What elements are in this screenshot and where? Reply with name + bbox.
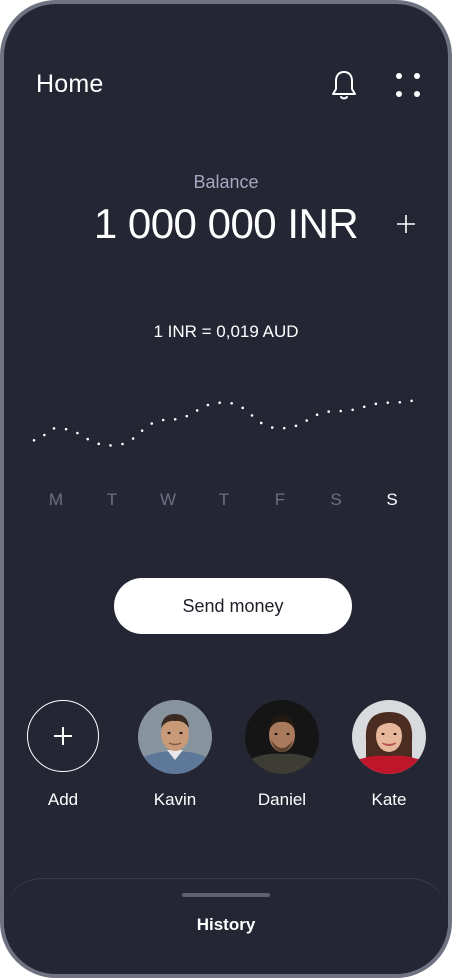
history-tab[interactable]: History <box>4 915 448 935</box>
day-label-5[interactable]: S <box>330 490 341 509</box>
drag-handle[interactable] <box>182 893 270 897</box>
rate-chart: MTWTFSS <box>32 399 420 509</box>
day-label-3[interactable]: T <box>219 490 229 509</box>
bell-icon[interactable] <box>330 68 358 102</box>
avatar[interactable] <box>352 700 426 774</box>
plus-icon[interactable] <box>394 212 418 236</box>
day-label-2[interactable]: W <box>160 490 176 509</box>
contact-name: Kavin <box>153 790 197 809</box>
bottom-sheet[interactable]: History <box>4 878 448 974</box>
plus-icon <box>54 727 72 745</box>
avatar[interactable] <box>245 700 319 774</box>
series-line <box>32 399 420 447</box>
contact-daniel[interactable]: Daniel <box>237 700 327 810</box>
page-title: Home <box>36 70 104 98</box>
contacts-row: Add Kavin Daniel Kate <box>4 700 448 820</box>
add-contact-button[interactable]: Add <box>18 700 108 810</box>
day-label-1[interactable]: T <box>107 490 117 509</box>
avatar[interactable] <box>138 700 212 774</box>
contact-kavin[interactable]: Kavin <box>130 700 220 810</box>
balance-amount: 1 000 000 INR <box>93 200 359 247</box>
exchange-rate: 1 INR = 0,019 AUD <box>153 322 299 341</box>
contact-name: Daniel <box>257 790 307 809</box>
balance-label: Balance <box>193 172 259 192</box>
send-money-button[interactable]: Send money <box>114 578 352 634</box>
add-label: Add <box>47 790 79 809</box>
contact-kate[interactable]: Kate <box>344 700 434 810</box>
grid-dots-icon[interactable] <box>395 72 421 98</box>
day-label-4[interactable]: F <box>275 490 285 509</box>
phone-screen: Home Balance 1 000 000 INR 1 INR = 0,019… <box>0 0 452 978</box>
add-contact-circle[interactable] <box>27 700 99 772</box>
day-label-0[interactable]: M <box>49 490 63 509</box>
contact-name: Kate <box>371 790 407 809</box>
day-label-6[interactable]: S <box>386 490 397 509</box>
